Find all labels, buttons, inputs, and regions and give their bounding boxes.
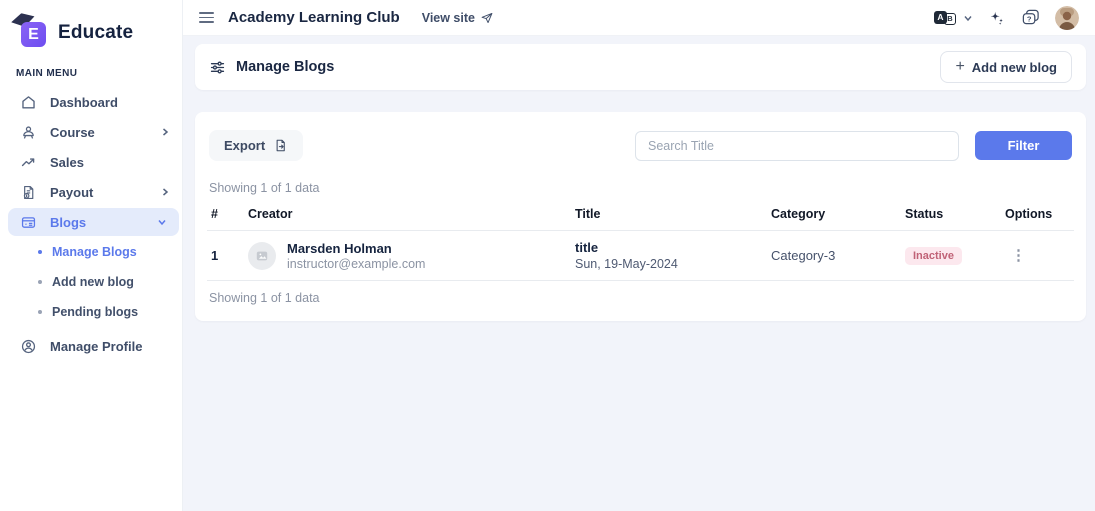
blogs-icon	[20, 214, 37, 231]
blog-date: Sun, 19-May-2024	[575, 257, 763, 271]
course-icon	[20, 124, 37, 141]
sidebar-item-payout[interactable]: Payout	[0, 177, 182, 207]
sidebar-subitem-label: Manage Blogs	[52, 245, 137, 259]
sidebar-subitem-pending-blogs[interactable]: Pending blogs	[0, 297, 182, 327]
content-card: Export Filter Showing 1 of 1 data # Crea…	[195, 112, 1086, 321]
sidebar-subitem-label: Add new blog	[52, 275, 134, 289]
chevron-right-icon	[160, 187, 170, 197]
sidebar-item-sales[interactable]: Sales	[0, 147, 182, 177]
brand-logo[interactable]: E Educate	[0, 10, 182, 52]
creator-email: instructor@example.com	[287, 257, 425, 271]
language-selector[interactable]: A B	[934, 10, 973, 26]
showing-count-bottom: Showing 1 of 1 data	[209, 291, 1072, 305]
creator-avatar	[248, 242, 276, 270]
sidebar-item-dashboard[interactable]: Dashboard	[0, 87, 182, 117]
topbar: Academy Learning Club View site A B ?	[183, 0, 1095, 36]
blog-title: title	[575, 240, 763, 255]
sidebar: E Educate MAIN MENU Dashboard Course Sal…	[0, 0, 183, 511]
chevron-down-icon	[963, 13, 973, 23]
column-header-options: Options	[1001, 199, 1074, 231]
creator-name: Marsden Holman	[287, 241, 425, 256]
topbar-actions: A B ?	[934, 6, 1079, 30]
column-header-status: Status	[901, 199, 1001, 231]
page-title-card: Manage Blogs + Add new blog	[195, 44, 1086, 90]
user-avatar[interactable]	[1055, 6, 1079, 30]
export-label: Export	[224, 138, 265, 153]
sidebar-item-blogs[interactable]: Blogs	[8, 208, 179, 236]
showing-count-top: Showing 1 of 1 data	[209, 181, 1072, 195]
add-new-blog-button[interactable]: + Add new blog	[940, 51, 1072, 83]
creator-cell: Marsden Holman instructor@example.com	[248, 241, 567, 271]
site-title: Academy Learning Club	[228, 9, 400, 26]
sidebar-item-course[interactable]: Course	[0, 117, 182, 147]
svg-text:?: ?	[1027, 14, 1032, 23]
trending-up-icon	[20, 154, 37, 171]
row-index: 1	[207, 231, 244, 281]
sidebar-section-label: MAIN MENU	[16, 68, 182, 79]
sidebar-item-label: Dashboard	[50, 95, 118, 110]
sidebar-item-label: Course	[50, 125, 147, 140]
image-placeholder-icon	[254, 248, 270, 264]
status-badge: Inactive	[905, 247, 962, 265]
view-site-link[interactable]: View site	[422, 11, 494, 25]
sidebar-item-label: Blogs	[50, 215, 144, 230]
table-header-row: # Creator Title Category Status Options	[207, 199, 1074, 231]
column-header-index: #	[207, 199, 244, 231]
profile-icon	[20, 338, 37, 355]
sidebar-item-manage-profile[interactable]: Manage Profile	[0, 331, 182, 361]
sidebar-subitem-label: Pending blogs	[52, 305, 138, 319]
bullet-icon	[38, 250, 42, 254]
table-row: 1 Marsden Holman instructor@example.com	[207, 231, 1074, 281]
main-area: Academy Learning Club View site A B ?	[183, 0, 1095, 511]
sidebar-item-label: Payout	[50, 185, 147, 200]
column-header-creator: Creator	[244, 199, 571, 231]
payout-icon	[20, 184, 37, 201]
sparkles-icon[interactable]	[988, 9, 1006, 27]
blogs-table: # Creator Title Category Status Options …	[207, 199, 1074, 281]
export-button[interactable]: Export	[209, 130, 303, 161]
chevron-down-icon	[157, 217, 167, 227]
help-chat-icon[interactable]: ?	[1021, 8, 1040, 27]
page-title: Manage Blogs	[236, 59, 334, 75]
blog-category: Category-3	[767, 231, 901, 281]
column-header-title: Title	[571, 199, 767, 231]
plus-icon: +	[955, 59, 964, 75]
sliders-icon	[209, 59, 226, 76]
sidebar-subitem-manage-blogs[interactable]: Manage Blogs	[0, 237, 182, 267]
bullet-icon	[38, 280, 42, 284]
brand-name: Educate	[58, 22, 133, 44]
translate-icon: A B	[934, 10, 958, 26]
educate-logo-icon: E	[12, 15, 50, 51]
search-input[interactable]	[635, 131, 959, 161]
sidebar-item-label: Sales	[50, 155, 84, 170]
add-new-blog-label: Add new blog	[972, 60, 1057, 75]
home-icon	[20, 94, 37, 111]
row-options-menu[interactable]: ⋮	[1005, 247, 1032, 264]
export-file-icon	[273, 138, 288, 153]
view-site-label: View site	[422, 11, 475, 25]
hamburger-menu-icon[interactable]	[199, 12, 214, 23]
filter-button[interactable]: Filter	[975, 131, 1072, 160]
bullet-icon	[38, 310, 42, 314]
table-toolbar: Export Filter	[207, 130, 1074, 161]
sidebar-item-label: Manage Profile	[50, 339, 142, 354]
sidebar-subitem-add-new-blog[interactable]: Add new blog	[0, 267, 182, 297]
page-body: Manage Blogs + Add new blog Export Filte…	[183, 36, 1095, 511]
chevron-right-icon	[160, 127, 170, 137]
column-header-category: Category	[767, 199, 901, 231]
send-icon	[480, 11, 494, 25]
